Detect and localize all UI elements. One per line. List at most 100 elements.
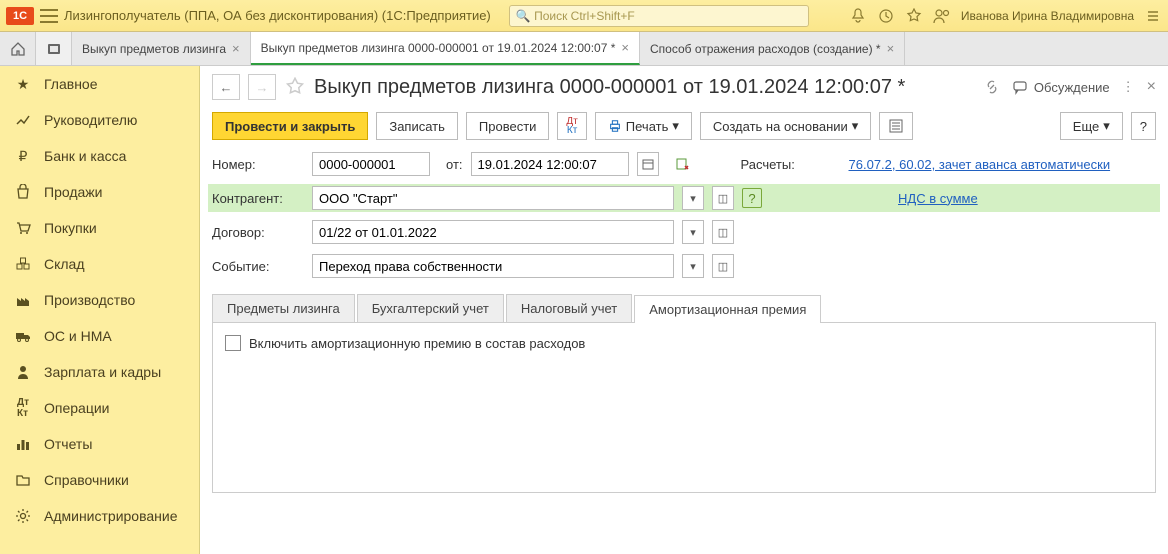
sidebar-item-purchases[interactable]: Покупки — [0, 210, 199, 246]
settlements-label: Расчеты: — [741, 157, 841, 172]
print-icon — [608, 119, 622, 133]
tab-depreciation-premium[interactable]: Амортизационная премия — [634, 295, 821, 323]
sidebar-item-catalogs[interactable]: Справочники — [0, 462, 199, 498]
tab-doc-active[interactable]: Выкуп предметов лизинга 0000-000001 от 1… — [251, 32, 640, 65]
tab-label: Способ отражения расходов (создание) * — [650, 42, 881, 56]
close-icon[interactable]: × — [232, 41, 240, 56]
post-button[interactable]: Провести — [466, 112, 550, 140]
cart-icon — [14, 219, 32, 237]
sidebar-item-sales[interactable]: Продажи — [0, 174, 199, 210]
dropdown-icon[interactable]: ▾ — [682, 220, 704, 244]
sidebar-item-main[interactable]: ★ Главное — [0, 66, 199, 102]
nds-link[interactable]: НДС в сумме — [898, 191, 978, 206]
menu-icon[interactable] — [40, 9, 58, 23]
sidebar-item-hr[interactable]: Зарплата и кадры — [0, 354, 199, 390]
sidebar-item-label: Главное — [44, 76, 98, 92]
page-title: Выкуп предметов лизинга 0000-000001 от 1… — [314, 76, 976, 99]
counterparty-field[interactable] — [312, 186, 674, 210]
favorite-toggle[interactable] — [284, 76, 306, 98]
sidebar-item-production[interactable]: Производство — [0, 282, 199, 318]
nav-forward-button[interactable]: → — [248, 74, 276, 100]
search-icon: 🔍 — [516, 9, 531, 23]
tabbar: Выкуп предметов лизинга × Выкуп предмето… — [0, 32, 1168, 66]
sidebar-item-label: Банк и касса — [44, 148, 126, 164]
field-help-icon[interactable]: ? — [742, 188, 762, 208]
event-field[interactable] — [312, 254, 674, 278]
date-field[interactable] — [471, 152, 629, 176]
bell-icon[interactable] — [849, 7, 867, 25]
ruble-icon: ₽ — [14, 147, 32, 165]
settlements-link[interactable]: 76.07.2, 60.02, зачет аванса автоматичес… — [849, 157, 1111, 172]
star-icon: ★ — [14, 75, 32, 93]
open-icon[interactable]: ◫ — [712, 254, 734, 278]
tab-expense-method[interactable]: Способ отражения расходов (создание) * × — [640, 32, 905, 65]
from-label: от: — [446, 157, 463, 172]
sidebar-item-label: Руководителю — [44, 112, 137, 128]
status-icon — [673, 157, 693, 171]
more-button[interactable]: Еще ▾ — [1060, 112, 1123, 140]
history-icon[interactable] — [877, 7, 895, 25]
tab-leasing-items[interactable]: Предметы лизинга — [212, 294, 355, 322]
dropdown-icon[interactable]: ▾ — [682, 254, 704, 278]
close-icon[interactable]: × — [887, 41, 895, 56]
inner-tabs: Предметы лизинга Бухгалтерский учет Нало… — [212, 294, 1156, 323]
tab-tax[interactable]: Налоговый учет — [506, 294, 632, 322]
favorites-tab-button[interactable] — [36, 32, 72, 65]
chart-up-icon — [14, 111, 32, 129]
home-tab-button[interactable] — [0, 32, 36, 65]
open-icon[interactable]: ◫ — [712, 186, 734, 210]
nav-back-button[interactable]: ← — [212, 74, 240, 100]
number-label: Номер: — [212, 157, 304, 172]
sidebar-item-label: Производство — [44, 292, 135, 308]
user-menu-icon[interactable] — [1144, 7, 1162, 25]
doc-header: ← → Выкуп предметов лизинга 0000-000001 … — [200, 66, 1168, 108]
sidebar-item-admin[interactable]: Администрирование — [0, 498, 199, 534]
sidebar-item-label: Справочники — [44, 472, 129, 488]
include-premium-checkbox[interactable] — [225, 335, 241, 351]
person-icon — [14, 363, 32, 381]
sidebar-item-label: Зарплата и кадры — [44, 364, 161, 380]
user-name[interactable]: Иванова Ирина Владимировна — [961, 9, 1134, 23]
dropdown-icon[interactable]: ▾ — [682, 186, 704, 210]
link-icon[interactable] — [984, 79, 1000, 95]
sidebar-item-warehouse[interactable]: Склад — [0, 246, 199, 282]
chevron-down-icon: ▾ — [852, 118, 859, 134]
dtkt-button[interactable]: ДтКт — [557, 112, 586, 140]
form: Номер: от: Расчеты: 76.07.2, 60.02, заче… — [200, 150, 1168, 286]
global-search-input[interactable]: 🔍 Поиск Ctrl+Shift+F — [509, 5, 809, 27]
app-logo: 1C — [6, 7, 34, 25]
sidebar-item-label: Операции — [44, 400, 110, 416]
help-button[interactable]: ? — [1131, 112, 1156, 140]
sidebar-item-label: Отчеты — [44, 436, 92, 452]
sidebar-item-manager[interactable]: Руководителю — [0, 102, 199, 138]
user-icon[interactable] — [933, 7, 951, 25]
sidebar-item-operations[interactable]: ДтКт Операции — [0, 390, 199, 426]
sidebar-item-reports[interactable]: Отчеты — [0, 426, 199, 462]
print-button[interactable]: Печать ▾ — [595, 112, 692, 140]
star-icon[interactable] — [905, 7, 923, 25]
sidebar-item-bank[interactable]: ₽ Банк и касса — [0, 138, 199, 174]
post-and-close-button[interactable]: Провести и закрыть — [212, 112, 368, 140]
sidebar-item-assets[interactable]: ОС и НМА — [0, 318, 199, 354]
open-icon[interactable]: ◫ — [712, 220, 734, 244]
dtkt-icon: ДтКт — [14, 399, 32, 417]
titlebar: 1C Лизингополучатель (ППА, ОА без дискон… — [0, 0, 1168, 32]
boxes-icon — [14, 255, 32, 273]
registry-button[interactable] — [879, 112, 913, 140]
close-icon[interactable]: × — [1147, 78, 1156, 96]
save-button[interactable]: Записать — [376, 112, 458, 140]
discuss-button[interactable]: Обсуждение — [1012, 79, 1110, 95]
tab-doc-list[interactable]: Выкуп предметов лизинга × — [72, 32, 251, 65]
calendar-icon[interactable] — [637, 152, 659, 176]
close-icon[interactable]: × — [621, 40, 629, 55]
toolbar: Провести и закрыть Записать Провести ДтК… — [200, 108, 1168, 150]
truck-icon — [14, 327, 32, 345]
factory-icon — [14, 291, 32, 309]
tab-panel: Включить амортизационную премию в состав… — [212, 323, 1156, 493]
create-based-button[interactable]: Создать на основании ▾ — [700, 112, 871, 140]
more-vert-icon[interactable]: ⋮ — [1122, 79, 1135, 95]
contract-field[interactable] — [312, 220, 674, 244]
number-field[interactable] — [312, 152, 430, 176]
checkbox-label: Включить амортизационную премию в состав… — [249, 336, 585, 351]
tab-accounting[interactable]: Бухгалтерский учет — [357, 294, 504, 322]
